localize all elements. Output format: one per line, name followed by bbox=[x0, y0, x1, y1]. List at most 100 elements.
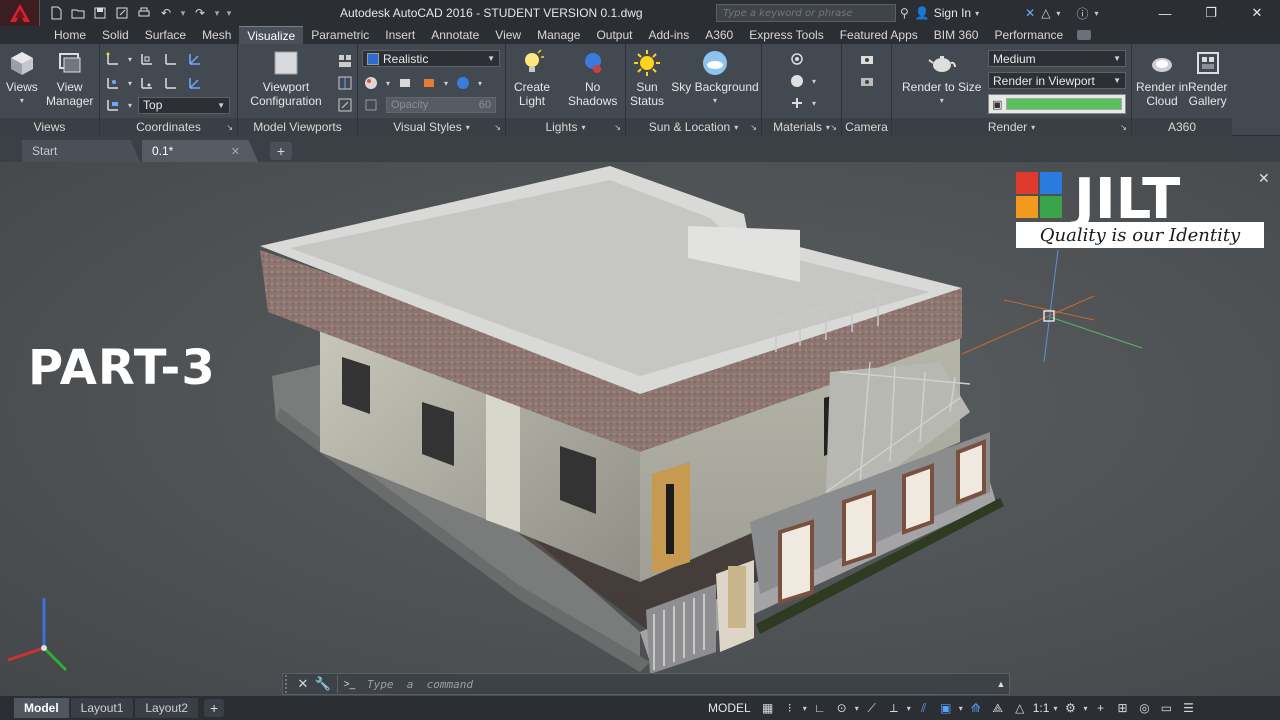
viewport-configuration-button[interactable]: Viewport Configuration bbox=[246, 48, 326, 108]
opacity-slider[interactable]: Opacity 60 bbox=[386, 97, 496, 113]
auto-scale-icon[interactable]: ⟁ bbox=[989, 699, 1007, 717]
annotation-scale-icon[interactable]: △ bbox=[1011, 699, 1029, 717]
render-to-size-button[interactable]: Render to Size ▾ bbox=[902, 48, 981, 108]
a360-dropdown-icon[interactable]: ▾ bbox=[1056, 9, 1060, 18]
lineweight-icon[interactable]: ⫽ bbox=[915, 699, 933, 717]
tab-solid[interactable]: Solid bbox=[94, 26, 137, 44]
restore-icon[interactable]: ❐ bbox=[1188, 0, 1234, 26]
ucs-3point-icon[interactable] bbox=[138, 74, 156, 92]
tab-parametric[interactable]: Parametric bbox=[303, 26, 377, 44]
materials-launcher-icon[interactable]: ↘ bbox=[830, 123, 837, 132]
hardware-acceleration-icon[interactable]: ▭ bbox=[1157, 699, 1175, 717]
command-prompt-icon[interactable]: >_ bbox=[337, 675, 361, 693]
tab-performance[interactable]: Performance bbox=[986, 26, 1071, 44]
minimize-icon[interactable]: — bbox=[1142, 0, 1188, 26]
workspace-gear-icon[interactable]: ⚙ bbox=[1061, 699, 1079, 717]
view-manager-button[interactable]: View Manager bbox=[46, 48, 93, 108]
view-preset-dropdown[interactable]: Top ▼ bbox=[138, 96, 231, 114]
camera-view-icon[interactable] bbox=[858, 72, 876, 90]
command-customize-icon[interactable]: 🔧 bbox=[313, 674, 333, 694]
redo-icon[interactable]: ↷ bbox=[190, 3, 210, 23]
render-expand-icon[interactable]: ▾ bbox=[1031, 123, 1035, 132]
open-icon[interactable] bbox=[68, 3, 88, 23]
views-button[interactable]: Views ▾ bbox=[6, 48, 38, 108]
materials-expand-icon[interactable]: ▾ bbox=[826, 123, 830, 132]
lights-launcher-icon[interactable]: ↘ bbox=[614, 123, 621, 132]
osnap-dropdown-icon[interactable]: ▾ bbox=[907, 704, 911, 713]
annotation-visibility-icon[interactable]: ⟰ bbox=[967, 699, 985, 717]
isolate-objects-icon[interactable]: ◎ bbox=[1135, 699, 1153, 717]
tab-visualize[interactable]: Visualize bbox=[239, 26, 304, 44]
ucs-zaxis-icon[interactable] bbox=[186, 50, 204, 68]
ucs-world-icon[interactable] bbox=[138, 50, 156, 68]
sun-location-launcher-icon[interactable]: ↘ bbox=[750, 123, 757, 132]
polar-icon[interactable]: ⊙ bbox=[833, 699, 851, 717]
ucs-object-icon[interactable] bbox=[186, 74, 204, 92]
close-drawing-icon[interactable]: ✕ bbox=[231, 145, 240, 158]
edge-effects-dropdown-icon[interactable]: ▾ bbox=[386, 79, 390, 88]
tab-featured-apps[interactable]: Featured Apps bbox=[832, 26, 926, 44]
snap-icon[interactable]: ⁝ bbox=[781, 699, 799, 717]
selection-dropdown-icon[interactable]: ▾ bbox=[959, 704, 963, 713]
visual-styles-launcher-icon[interactable]: ↘ bbox=[494, 123, 501, 132]
tab-annotate[interactable]: Annotate bbox=[423, 26, 487, 44]
binoculars-icon[interactable]: ⚲ bbox=[900, 6, 909, 20]
layout-tab-layout1[interactable]: Layout1 bbox=[70, 698, 134, 718]
redo-dropdown-icon[interactable]: ▾ bbox=[212, 8, 222, 19]
ribbon-minimize-icon[interactable] bbox=[1075, 26, 1092, 44]
render-location-dropdown[interactable]: Render in Viewport ▼ bbox=[988, 72, 1126, 89]
render-in-cloud-button[interactable]: Render in Cloud bbox=[1136, 48, 1188, 108]
tab-surface[interactable]: Surface bbox=[137, 26, 194, 44]
render-quality-dropdown[interactable]: Medium ▼ bbox=[988, 50, 1126, 67]
object-snap-tracking-icon[interactable]: ⟂ bbox=[885, 699, 903, 717]
material-mapping-icon[interactable] bbox=[788, 94, 806, 112]
ucs-previous-icon[interactable] bbox=[104, 74, 122, 92]
materials-on-off-icon[interactable] bbox=[788, 72, 806, 90]
annotation-scale-value[interactable]: 1:1 bbox=[1033, 701, 1050, 715]
join-viewports-icon[interactable] bbox=[336, 74, 354, 92]
ucs-view-icon[interactable] bbox=[162, 74, 180, 92]
autocad-logo-icon[interactable] bbox=[0, 0, 40, 26]
print-icon[interactable] bbox=[134, 3, 154, 23]
render-gallery-button[interactable]: Render Gallery bbox=[1188, 48, 1227, 108]
ucs-origin-icon[interactable] bbox=[162, 50, 180, 68]
no-shadows-button[interactable]: No Shadows bbox=[568, 48, 617, 108]
tab-manage[interactable]: Manage bbox=[529, 26, 588, 44]
lighting-mode-icon[interactable] bbox=[454, 74, 472, 92]
ucs-named-dropdown-icon[interactable]: ▾ bbox=[128, 101, 132, 110]
grid-icon[interactable]: ▦ bbox=[759, 699, 777, 717]
undo-dropdown-icon[interactable]: ▾ bbox=[178, 8, 188, 19]
command-input[interactable] bbox=[361, 675, 993, 693]
annotation-monitor-icon[interactable]: + bbox=[1091, 699, 1109, 717]
tab-insert[interactable]: Insert bbox=[377, 26, 423, 44]
exchange-icon[interactable]: ✕ bbox=[1025, 6, 1035, 20]
polar-dropdown-icon[interactable]: ▾ bbox=[855, 704, 859, 713]
tab-drawing[interactable]: 0.1* ✕ bbox=[142, 140, 258, 162]
signin-button[interactable]: 👤 Sign In ▾ bbox=[915, 6, 979, 20]
ucs-previous-dropdown-icon[interactable]: ▾ bbox=[128, 79, 132, 88]
add-layout-button[interactable]: + bbox=[204, 699, 225, 717]
materials-textures-dropdown-icon[interactable]: ▾ bbox=[444, 79, 448, 88]
tab-view[interactable]: View bbox=[487, 26, 529, 44]
named-viewports-icon[interactable] bbox=[336, 52, 354, 70]
ucs-named-icon[interactable] bbox=[104, 96, 122, 114]
a360-icon[interactable]: △ bbox=[1041, 6, 1050, 20]
material-mapping-dropdown-icon[interactable]: ▾ bbox=[812, 99, 816, 108]
lights-expand-icon[interactable]: ▾ bbox=[582, 123, 586, 132]
sun-location-expand-icon[interactable]: ▾ bbox=[734, 123, 738, 132]
tab-a360[interactable]: A360 bbox=[697, 26, 741, 44]
materials-textures-icon[interactable] bbox=[420, 74, 438, 92]
command-close-icon[interactable]: ✕ bbox=[293, 674, 313, 694]
new-drawing-tab-button[interactable]: + bbox=[270, 142, 292, 160]
workspace-dropdown-icon[interactable]: ▾ bbox=[1083, 704, 1087, 713]
tab-start[interactable]: Start bbox=[22, 140, 140, 162]
snap-dropdown-icon[interactable]: ▾ bbox=[803, 704, 807, 713]
xray-icon[interactable] bbox=[362, 96, 380, 114]
drawing-viewport[interactable]: PART-3 JILT Quality is our Identity ✕ bbox=[0, 162, 1280, 696]
viewport-close-icon[interactable]: ✕ bbox=[1258, 170, 1270, 187]
command-line-grip[interactable] bbox=[285, 675, 293, 693]
shadows-icon[interactable] bbox=[396, 74, 414, 92]
create-light-button[interactable]: Create Light bbox=[514, 48, 550, 108]
model-space-toggle[interactable]: MODEL bbox=[704, 701, 755, 715]
new-icon[interactable] bbox=[46, 3, 66, 23]
